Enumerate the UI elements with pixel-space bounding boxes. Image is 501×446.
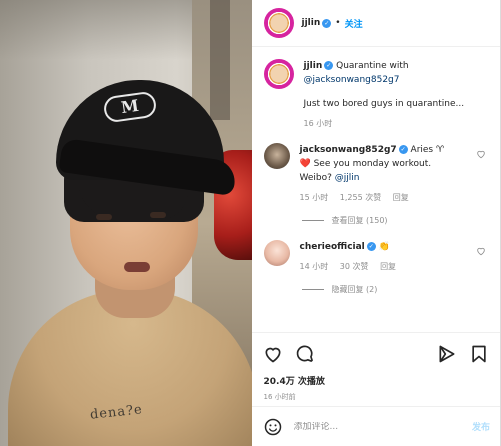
comment-like-heart-icon[interactable] <box>476 149 486 159</box>
comment-text: 👏 <box>378 242 390 252</box>
post-sidebar: jjlin ✓ • 关注 jjlin ✓ Quarantine with @jac… <box>251 0 501 446</box>
comment-text: Aries ♈ <box>410 145 445 155</box>
avatar[interactable] <box>263 8 294 38</box>
comment-avatar[interactable] <box>263 240 290 266</box>
person-eye-left <box>96 214 112 220</box>
heart-emoji: ❤️ <box>299 159 311 169</box>
comment-time[interactable]: 15 小时 <box>300 193 329 202</box>
person-mouth <box>124 262 150 272</box>
caption-mention-link[interactable]: @jacksonwang852g7 <box>304 75 400 85</box>
hide-replies-button[interactable]: 隐藏回复 (2) <box>301 284 491 295</box>
comment-likes[interactable]: 30 次赞 <box>340 262 369 271</box>
comment-composer: 发布 <box>251 406 500 446</box>
comment-likes[interactable]: 1,255 次赞 <box>340 193 381 202</box>
comment-text-2: See you monday workout. <box>313 159 432 169</box>
replies-divider-line <box>301 289 324 290</box>
comment-item: jacksonwang852g7 ✓ Aries ♈ ❤️ See you mon… <box>263 143 491 205</box>
background-door <box>209 0 230 120</box>
post-time[interactable]: 16 小时前 <box>252 388 501 406</box>
instagram-post: dena?e M jjlin ✓ • 关注 jjlin✓ Quarantine <box>0 0 501 446</box>
caption-time[interactable]: 16 小时 <box>304 119 333 128</box>
comment-like-heart-icon[interactable] <box>476 246 486 256</box>
play-count[interactable]: 20.4万 次播放 <box>252 374 501 388</box>
separator-dot: • <box>335 18 341 28</box>
comment-mention-link[interactable]: @jjlin <box>335 173 360 183</box>
verified-badge-icon: ✓ <box>324 61 334 70</box>
reply-button[interactable]: 回复 <box>393 193 409 202</box>
caption: jjlin ✓ Quarantine with @jacksonwang852g7… <box>263 59 491 131</box>
comments-list[interactable]: jjlin ✓ Quarantine with @jacksonwang852g7… <box>252 47 501 332</box>
comment-meta: 14 小时 30 次赞 回复 <box>300 260 480 274</box>
comment-item: cherieofficial ✓ 👏 14 小时 30 次赞 回复 <box>263 240 491 274</box>
caption-username[interactable]: jjlin <box>304 61 323 71</box>
verified-badge-icon: ✓ <box>322 18 332 28</box>
verified-badge-icon: ✓ <box>398 145 408 154</box>
comment-icon[interactable] <box>294 343 316 365</box>
post-video[interactable]: dena?e M <box>0 0 252 446</box>
verified-badge-icon: ✓ <box>366 242 376 251</box>
bookmark-icon[interactable] <box>468 343 490 365</box>
post-header: jjlin ✓ • 关注 <box>251 0 500 47</box>
caption-meta: 16 小时 <box>304 117 484 131</box>
view-replies-button[interactable]: 查看回复 (150) <box>301 215 491 226</box>
emoji-icon[interactable] <box>262 416 284 438</box>
comment-username[interactable]: jacksonwang852g7 <box>300 145 397 155</box>
comment-username[interactable]: cherieofficial <box>300 242 365 252</box>
post-comment-button[interactable]: 发布 <box>472 420 490 433</box>
comment-time[interactable]: 14 小时 <box>300 262 329 271</box>
comment-text-3: Weibo? <box>299 173 332 183</box>
view-replies-label[interactable]: 查看回复 (150) <box>332 215 388 226</box>
comment-input[interactable] <box>293 421 472 432</box>
replies-divider-line <box>301 220 324 221</box>
heart-icon[interactable] <box>262 343 284 365</box>
reply-button[interactable]: 回复 <box>380 262 396 271</box>
comment-avatar[interactable] <box>263 143 290 169</box>
caption-text-body: Just two bored guys in quarantine... <box>303 99 465 109</box>
hide-replies-label[interactable]: 隐藏回复 (2) <box>332 284 378 295</box>
share-icon[interactable] <box>436 343 458 365</box>
follow-button[interactable]: 关注 <box>345 17 363 30</box>
comment-meta: 15 小时 1,255 次赞 回复 <box>300 191 480 205</box>
action-bar <box>251 332 500 374</box>
person-eye-right <box>150 212 166 218</box>
header-username[interactable]: jjlin <box>302 18 321 28</box>
caption-avatar[interactable] <box>263 59 294 89</box>
caption-text-prefix: Quarantine with <box>336 61 409 71</box>
